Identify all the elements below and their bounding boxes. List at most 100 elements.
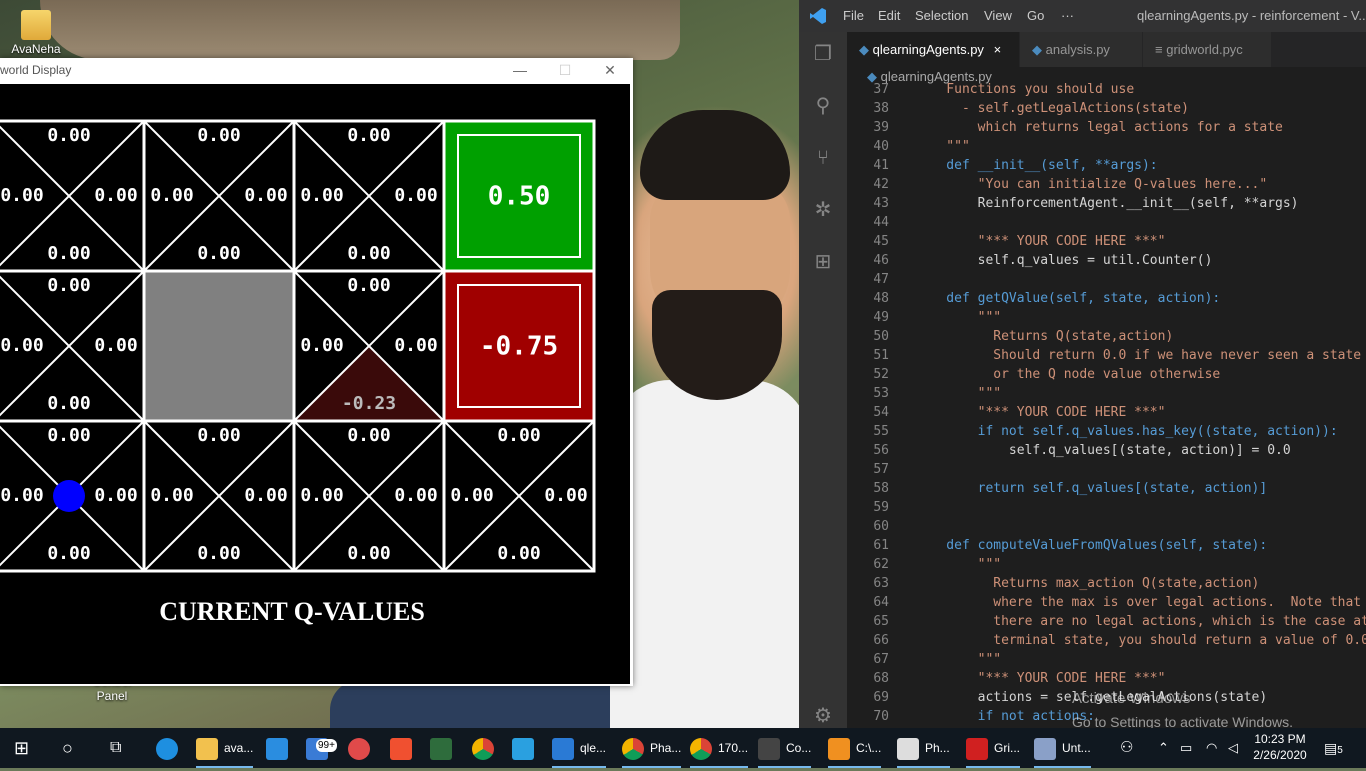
photos-button[interactable] xyxy=(430,728,458,768)
line-number: 55 xyxy=(873,424,889,439)
desktop-icon-user-folder[interactable]: AvaNeha xyxy=(6,10,66,56)
settings-gear-icon[interactable]: ⚙ xyxy=(811,704,835,728)
code-line[interactable]: 68 "*** YOUR CODE HERE ***" xyxy=(847,669,1366,688)
tab-close-icon[interactable]: × xyxy=(994,42,1002,57)
code-line[interactable]: 41 def __init__(self, **args): xyxy=(847,156,1366,175)
source-control-icon[interactable]: ⑂ xyxy=(811,146,835,170)
vscode-window[interactable]: File Edit Selection View Go ··· qlearnin… xyxy=(799,0,1366,728)
tab-analysis[interactable]: ◆ analysis.py xyxy=(1020,32,1142,67)
search-button[interactable]: ○ xyxy=(62,728,73,768)
clock[interactable]: 10:23 PM 2/26/2020 xyxy=(1250,731,1310,763)
code-line[interactable]: 61 def computeValueFromQValues(self, sta… xyxy=(847,536,1366,555)
code-line[interactable]: 49 """ xyxy=(847,308,1366,327)
code-line[interactable]: 57 xyxy=(847,460,1366,479)
line-number: 69 xyxy=(873,690,889,705)
menu-file[interactable]: File xyxy=(843,8,864,23)
code-line[interactable]: 67 """ xyxy=(847,650,1366,669)
app-button[interactable] xyxy=(348,728,376,768)
q-value-north: 0.00 xyxy=(347,125,390,146)
close-button[interactable]: ✕ xyxy=(587,58,633,83)
code-line[interactable]: 39 which returns legal actions for a sta… xyxy=(847,118,1366,137)
code-line[interactable]: 45 "*** YOUR CODE HERE ***" xyxy=(847,232,1366,251)
code-line[interactable]: 52 or the Q node value otherwise xyxy=(847,365,1366,384)
chevron-up-icon: ⌃ xyxy=(1158,740,1169,755)
code-line[interactable]: 40 """ xyxy=(847,137,1366,156)
code-editor[interactable]: 37 Functions you should use 38 - self.get… xyxy=(847,80,1366,728)
cortana-icon: ○ xyxy=(62,738,73,758)
code-line[interactable]: 48 def getQValue(self, state, action): xyxy=(847,289,1366,308)
git-icon xyxy=(390,737,412,760)
code-line[interactable]: 60 xyxy=(847,517,1366,536)
search-icon[interactable]: ⚲ xyxy=(811,94,835,118)
code-text: def getQValue(self, state, action): xyxy=(915,291,1221,306)
edge-button[interactable] xyxy=(156,728,184,768)
code-line[interactable]: 66 terminal state, you should return a v… xyxy=(847,631,1366,650)
chrome-button[interactable] xyxy=(472,728,500,768)
lock-button[interactable] xyxy=(512,728,540,768)
code-line[interactable]: 38 - self.getLegalActions(state) xyxy=(847,99,1366,118)
git-button[interactable] xyxy=(390,728,418,768)
task-view-button[interactable]: ⧉ xyxy=(110,728,121,768)
maximize-button[interactable]: ☐ xyxy=(542,58,588,83)
code-line[interactable]: 56 self.q_values[(state, action)] = 0.0 xyxy=(847,441,1366,460)
menu-selection[interactable]: Selection xyxy=(915,8,968,23)
console-button[interactable]: Co... xyxy=(758,728,812,768)
people-button[interactable]: ⚇ xyxy=(1120,728,1133,768)
volume-button[interactable]: ◁ xyxy=(1228,728,1238,768)
q-value-south: 0.00 xyxy=(347,243,390,264)
code-line[interactable]: 53 """ xyxy=(847,384,1366,403)
photo-app-button[interactable]: Ph... xyxy=(897,728,950,768)
code-line[interactable]: 63 Returns max_action Q(state,action) xyxy=(847,574,1366,593)
mail-button[interactable]: 99+ xyxy=(306,728,337,768)
code-line[interactable]: 59 xyxy=(847,498,1366,517)
code-line[interactable]: 58 return self.q_values[(state, action)] xyxy=(847,479,1366,498)
q-value-east: 0.00 xyxy=(94,335,137,356)
sublime-button[interactable]: C:\... xyxy=(828,728,882,768)
menu-edit[interactable]: Edit xyxy=(878,8,900,23)
explorer-button[interactable]: ava... xyxy=(196,728,254,768)
menu-more[interactable]: ··· xyxy=(1061,8,1074,23)
line-number: 37 xyxy=(873,82,889,97)
code-line[interactable]: 50 Returns Q(state,action) xyxy=(847,327,1366,346)
tab-qlearningagents[interactable]: ◆ qlearningAgents.py × xyxy=(847,32,1019,67)
wifi-button[interactable]: ◠ xyxy=(1206,728,1217,768)
code-line[interactable]: 44 xyxy=(847,213,1366,232)
chrome-pha-button[interactable]: Pha... xyxy=(622,728,682,768)
extensions-icon[interactable]: ⊞ xyxy=(811,250,835,274)
code-line[interactable]: 54 "*** YOUR CODE HERE ***" xyxy=(847,403,1366,422)
debug-icon[interactable]: ✲ xyxy=(811,198,835,222)
code-line[interactable]: 46 self.q_values = util.Counter() xyxy=(847,251,1366,270)
code-line[interactable]: 37 Functions you should use xyxy=(847,80,1366,99)
menu-view[interactable]: View xyxy=(984,8,1012,23)
gridworld-button[interactable]: Gri... xyxy=(966,728,1020,768)
gridworld-caption: CURRENT Q-VALUES xyxy=(159,597,425,626)
tray-chevron-button[interactable]: ⌃ xyxy=(1158,728,1169,768)
code-line[interactable]: 43 ReinforcementAgent.__init__(self, **a… xyxy=(847,194,1366,213)
paint-button[interactable]: Unt... xyxy=(1034,728,1091,768)
battery-button[interactable]: ▭ xyxy=(1180,728,1192,768)
notifications-button[interactable]: ▤5 xyxy=(1324,728,1343,768)
code-line[interactable]: 55 if not self.q_values.has_key((state, … xyxy=(847,422,1366,441)
wallpaper-log xyxy=(40,0,680,60)
code-line[interactable]: 51 Should return 0.0 if we have never se… xyxy=(847,346,1366,365)
code-line[interactable]: 65 there are no legal actions, which is … xyxy=(847,612,1366,631)
gridworld-window[interactable]: world Display — ☐ ✕ 0.00 0.00 0.00 0.00 0.00… xyxy=(0,58,633,686)
start-button[interactable]: ⊞ xyxy=(14,728,29,768)
taskbar-label: 170... xyxy=(718,741,749,755)
chrome-170-button[interactable]: 170... xyxy=(690,728,749,768)
code-line[interactable]: 64 where the max is over legal actions. … xyxy=(847,593,1366,612)
gridworld-titlebar[interactable]: world Display — ☐ ✕ xyxy=(0,58,633,83)
q-value-north: 0.00 xyxy=(47,275,90,296)
vscode-button[interactable]: qle... xyxy=(552,728,607,768)
tab-gridworld[interactable]: ≡ gridworld.pyc xyxy=(1143,32,1271,67)
menu-go[interactable]: Go xyxy=(1027,8,1044,23)
code-line[interactable]: 62 """ xyxy=(847,555,1366,574)
explorer-icon[interactable]: ❐ xyxy=(811,42,835,66)
line-number: 67 xyxy=(873,652,889,667)
code-line[interactable]: 47 xyxy=(847,270,1366,289)
minimize-button[interactable]: — xyxy=(497,58,543,83)
code-line[interactable]: 42 "You can initialize Q-values here..." xyxy=(847,175,1366,194)
store-button[interactable] xyxy=(266,728,294,768)
file-icon: ≡ xyxy=(1155,42,1163,57)
q-value-west: 0.00 xyxy=(0,335,43,356)
